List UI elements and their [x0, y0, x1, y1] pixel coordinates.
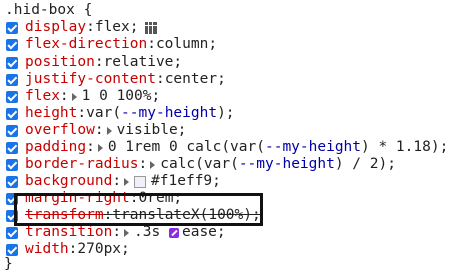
property-value-part: );: [217, 105, 235, 121]
property-value[interactable]: translateX(100%);: [112, 207, 260, 224]
styles-pane: .hid-box { display: flex; flex-direction…: [0, 0, 474, 272]
expand-shorthand-triangle-icon[interactable]: [97, 143, 103, 152]
easing-editor-icon[interactable]: [168, 227, 179, 238]
property-name[interactable]: transition: [25, 224, 112, 241]
declaration-height: height: var(--my-height);: [6, 105, 235, 122]
declaration-checkbox[interactable]: [6, 209, 18, 222]
declaration-flex-direction: flex-direction: column;: [6, 36, 217, 53]
declaration-transform: transform: translateX(100%);: [6, 207, 261, 224]
property-name[interactable]: display: [25, 19, 86, 36]
expand-shorthand-triangle-icon[interactable]: [71, 92, 77, 101]
declaration-checkbox[interactable]: [6, 56, 18, 69]
property-name[interactable]: background: [25, 173, 112, 190]
colon: :: [68, 241, 78, 257]
colon: :: [112, 224, 122, 240]
property-name[interactable]: position: [25, 54, 95, 71]
property-name[interactable]: width: [25, 241, 69, 258]
property-name[interactable]: overflow: [25, 122, 95, 139]
property-value[interactable]: relative;: [104, 54, 183, 71]
property-value[interactable]: ease;: [182, 224, 226, 241]
declaration-checkbox[interactable]: [6, 107, 18, 120]
colon: :: [59, 88, 69, 104]
property-value[interactable]: 0rem;: [139, 190, 183, 207]
colon: :: [94, 122, 104, 138]
property-value[interactable]: #f1eff9;: [151, 173, 221, 190]
css-variable-link[interactable]: --my-height: [121, 105, 217, 122]
declaration-checkbox[interactable]: [6, 90, 18, 103]
declaration-background: background: #f1eff9;: [6, 173, 221, 190]
property-name[interactable]: margin-right: [25, 190, 130, 207]
css-variable-link[interactable]: --my-height: [239, 156, 335, 173]
property-value-part: ) / 2);: [334, 156, 396, 172]
declaration-width: width: 270px;: [6, 241, 130, 258]
property-name[interactable]: justify-content: [25, 71, 156, 88]
declaration-display: display: flex;: [6, 19, 157, 36]
declaration-checkbox[interactable]: [6, 158, 18, 171]
declaration-checkbox[interactable]: [6, 192, 18, 205]
property-name[interactable]: flex-direction: [25, 36, 147, 53]
property-value[interactable]: .3s: [134, 224, 160, 241]
declaration-margin-right: margin-right: 0rem;: [6, 190, 182, 207]
property-name[interactable]: flex: [25, 88, 60, 105]
rule-selector[interactable]: .hid-box {: [5, 2, 92, 19]
property-value[interactable]: flex;: [95, 19, 139, 36]
declaration-checkbox[interactable]: [6, 124, 18, 137]
property-value[interactable]: 270px;: [77, 241, 129, 258]
declaration-checkbox[interactable]: [6, 175, 18, 188]
declaration-checkbox[interactable]: [6, 21, 18, 34]
declaration-transition: transition: .3s ease;: [6, 224, 226, 241]
flexbox-editor-icon[interactable]: [144, 21, 157, 34]
property-name[interactable]: border-radius: [25, 156, 139, 173]
declaration-border-radius: border-radius: calc(var(--my-height) / 2)…: [6, 156, 396, 173]
colon: :: [129, 190, 139, 206]
property-value[interactable]: center;: [165, 71, 226, 88]
property-value-part: var(: [86, 105, 122, 121]
property-name[interactable]: padding: [25, 139, 86, 156]
declaration-checkbox[interactable]: [6, 141, 18, 154]
declaration-checkbox[interactable]: [6, 38, 18, 51]
colon: :: [103, 207, 113, 223]
declaration-checkbox[interactable]: [6, 73, 18, 86]
expand-shorthand-triangle-icon[interactable]: [124, 177, 130, 186]
declaration-flex: flex:1 0 100%;: [6, 88, 160, 105]
rule-closing-brace: }: [4, 256, 13, 272]
property-value[interactable]: column;: [156, 36, 217, 53]
declaration-padding: padding:0 1rem 0 calc(var(--my-height) *…: [6, 139, 448, 156]
expand-shorthand-triangle-icon[interactable]: [106, 126, 112, 135]
property-value[interactable]: 1 0 100%;: [82, 88, 161, 105]
declaration-justify-content: justify-content: center;: [6, 71, 226, 88]
property-value-part: calc(var(: [160, 156, 239, 172]
color-swatch[interactable]: [134, 175, 147, 188]
expand-shorthand-triangle-icon[interactable]: [150, 160, 156, 169]
colon: :: [86, 139, 95, 155]
property-name[interactable]: transform: [25, 207, 104, 224]
declaration-position: position: relative;: [6, 54, 182, 71]
property-value-part: 0 1rem 0 calc(var(: [107, 139, 265, 155]
declaration-checkbox[interactable]: [6, 226, 18, 239]
property-name[interactable]: height: [25, 105, 77, 122]
colon: :: [77, 105, 87, 121]
expand-shorthand-triangle-icon[interactable]: [124, 228, 130, 237]
colon: :: [86, 19, 95, 35]
colon: :: [112, 173, 122, 189]
declaration-checkbox[interactable]: [6, 243, 18, 256]
colon: :: [155, 71, 165, 87]
colon: :: [147, 36, 156, 52]
property-value[interactable]: visible;: [117, 122, 187, 139]
css-variable-link[interactable]: --my-height: [265, 139, 361, 156]
declaration-overflow: overflow: visible;: [6, 122, 186, 139]
property-value-part: ) * 1.18);: [361, 139, 449, 155]
colon: :: [94, 54, 104, 70]
colon: :: [138, 156, 148, 172]
